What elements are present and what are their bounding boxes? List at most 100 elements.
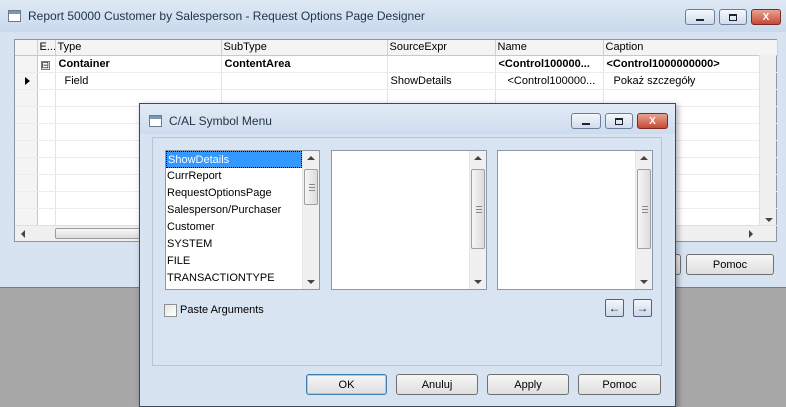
type-cell[interactable]: Field	[55, 72, 222, 90]
collapse-icon[interactable]: ⊟	[40, 60, 50, 70]
list-item[interactable]: FILE	[166, 253, 302, 270]
column-header-caption[interactable]: Caption	[603, 40, 778, 56]
scroll-down-icon[interactable]	[765, 218, 773, 222]
type-cell[interactable]: Container	[55, 55, 222, 73]
scroll-up-icon[interactable]	[307, 156, 315, 160]
row-selector[interactable]	[15, 174, 38, 192]
empty-cell[interactable]	[37, 208, 56, 226]
scroll-down-icon[interactable]	[307, 280, 315, 284]
dialog-close-button[interactable]: X	[637, 113, 668, 129]
list-item[interactable]: RequestOptionsPage	[166, 185, 302, 202]
grid-vertical-scrollbar[interactable]	[759, 55, 776, 227]
list-item[interactable]: CurrReport	[166, 168, 302, 185]
dialog-titlebar: C/AL Symbol Menu X	[140, 104, 675, 134]
empty-cell[interactable]	[37, 123, 56, 141]
list-item[interactable]: Customer	[166, 219, 302, 236]
column-header-name[interactable]: Name	[495, 40, 604, 56]
list2-scroll-thumb[interactable]	[471, 169, 485, 249]
row-selector[interactable]	[15, 208, 38, 226]
empty-cell[interactable]	[37, 157, 56, 175]
grip-line	[309, 187, 315, 188]
row-selector[interactable]	[15, 191, 38, 209]
scroll-up-icon[interactable]	[640, 156, 648, 160]
indent-cell[interactable]	[37, 72, 56, 90]
table-row[interactable]: ⊟ Container ContentArea <Control100000..…	[15, 55, 778, 73]
window-title: Report 50000 Customer by Salesperson - R…	[28, 9, 425, 23]
minimize-icon	[696, 18, 704, 21]
close-icon: X	[762, 11, 770, 23]
row-selector[interactable]	[15, 72, 38, 90]
symbol-list-2[interactable]	[331, 150, 487, 290]
row-selector[interactable]	[15, 89, 38, 107]
grip-line	[642, 212, 648, 213]
table-row[interactable]: Field ShowDetails <Control100000... Poka…	[15, 72, 778, 90]
empty-cell[interactable]	[37, 140, 56, 158]
grip-line	[476, 212, 482, 213]
apply-button[interactable]: Apply	[487, 374, 569, 395]
dialog-client-area: ShowDetails CurrReport RequestOptionsPag…	[152, 137, 662, 366]
paste-arguments-checkbox[interactable]	[164, 304, 177, 317]
scroll-down-icon[interactable]	[474, 280, 482, 284]
prev-button[interactable]: ←	[605, 299, 624, 317]
row-selector[interactable]	[15, 106, 38, 124]
row-selector[interactable]	[15, 140, 38, 158]
indent-cell[interactable]: ⊟	[37, 55, 56, 73]
scroll-down-icon[interactable]	[640, 280, 648, 284]
empty-cell[interactable]	[37, 89, 56, 107]
maximize-button[interactable]	[719, 9, 747, 25]
close-button[interactable]: X	[751, 9, 781, 25]
paste-arguments-label[interactable]: Paste Arguments	[180, 304, 264, 316]
column-header-sourceexpr[interactable]: SourceExpr	[387, 40, 496, 56]
row-selector-header	[15, 40, 38, 56]
cancel-button[interactable]: Anuluj	[396, 374, 478, 395]
arrow-left-icon: ←	[608, 301, 621, 315]
row-pointer-icon	[25, 76, 30, 85]
list2-scrollbar[interactable]	[469, 151, 486, 289]
scroll-right-icon[interactable]	[749, 230, 753, 238]
designer-help-button[interactable]: Pomoc	[686, 254, 774, 275]
list-item[interactable]: SYSTEM	[166, 236, 302, 253]
ok-button[interactable]: OK	[306, 374, 387, 395]
column-header-subtype[interactable]: SubType	[221, 40, 388, 56]
list3-scrollbar[interactable]	[635, 151, 652, 289]
column-header-type[interactable]: Type	[55, 40, 222, 56]
next-button[interactable]: →	[633, 299, 652, 317]
sourceexpr-cell[interactable]: ShowDetails	[387, 72, 496, 90]
empty-cell[interactable]	[37, 106, 56, 124]
dialog-minimize-button[interactable]	[571, 113, 601, 129]
list1-scrollbar[interactable]	[302, 151, 319, 289]
sourceexpr-cell[interactable]	[387, 55, 496, 73]
scroll-up-icon[interactable]	[474, 156, 482, 160]
list-item[interactable]: ShowDetails	[166, 151, 302, 168]
row-selector[interactable]	[15, 157, 38, 175]
designer-titlebar: Report 50000 Customer by Salesperson - R…	[0, 0, 786, 32]
help-button[interactable]: Pomoc	[578, 374, 661, 395]
empty-cell[interactable]	[37, 191, 56, 209]
caption-cell[interactable]: Pokaż szczegóły	[603, 72, 778, 90]
grip-line	[309, 190, 315, 191]
grip-line	[642, 209, 648, 210]
list3-scroll-thumb[interactable]	[637, 169, 651, 249]
dialog-title: C/AL Symbol Menu	[169, 114, 272, 128]
scroll-left-icon[interactable]	[21, 230, 25, 238]
minimize-button[interactable]	[685, 9, 715, 25]
subtype-cell[interactable]	[221, 72, 388, 90]
row-selector[interactable]	[15, 123, 38, 141]
name-cell[interactable]: <Control100000...	[495, 72, 604, 90]
arrow-right-icon: →	[636, 301, 649, 315]
minimize-icon	[582, 122, 590, 125]
subtype-cell[interactable]: ContentArea	[221, 55, 388, 73]
caption-cell[interactable]: <Control1000000000>	[603, 55, 778, 73]
column-header-indent[interactable]: E...	[37, 40, 56, 56]
window-icon	[8, 10, 21, 22]
list1-scroll-thumb[interactable]	[304, 169, 318, 205]
row-selector[interactable]	[15, 55, 38, 73]
list-item[interactable]: Salesperson/Purchaser	[166, 202, 302, 219]
symbol-list-3[interactable]	[497, 150, 653, 290]
empty-cell[interactable]	[37, 174, 56, 192]
symbol-list-1[interactable]: ShowDetails CurrReport RequestOptionsPag…	[165, 150, 320, 290]
name-cell[interactable]: <Control100000...	[495, 55, 604, 73]
list-item[interactable]: TRANSACTIONTYPE	[166, 270, 302, 287]
dialog-maximize-button[interactable]	[605, 113, 633, 129]
symbol-menu-dialog: C/AL Symbol Menu X ShowDetails CurrRepor…	[139, 103, 676, 407]
